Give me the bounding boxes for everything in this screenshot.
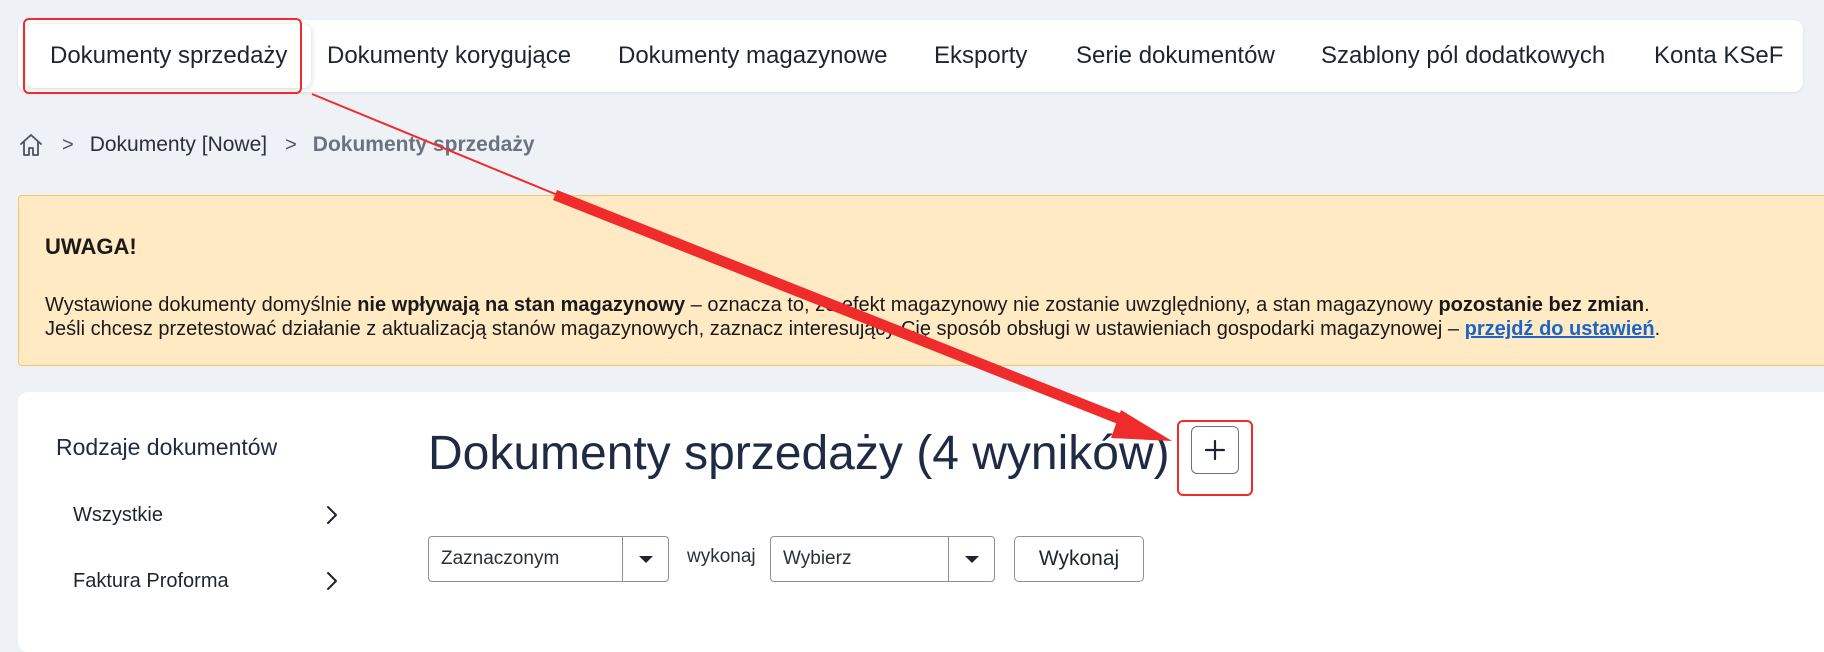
sidebar-item-wszystkie[interactable]: Wszystkie bbox=[73, 496, 343, 536]
breadcrumb-item-current: Dokumenty sprzedaży bbox=[312, 133, 535, 156]
action-select-value: Wybierz bbox=[783, 548, 852, 569]
top-tab-bar: Dokumenty sprzedaży Dokumenty korygujące… bbox=[18, 20, 1803, 92]
breadcrumb-item-dokumenty-nowe[interactable]: Dokumenty [Nowe] bbox=[90, 133, 267, 157]
plus-icon bbox=[1203, 438, 1227, 462]
alert-emphasis: pozostanie bez zmian bbox=[1438, 294, 1645, 316]
caret-down-icon bbox=[964, 555, 979, 563]
sidebar-item-faktura-proforma[interactable]: Faktura Proforma bbox=[73, 562, 343, 602]
alert-text: Jeśli chcesz przetestować działanie z ak… bbox=[45, 318, 1465, 340]
tab-serie-dokumentow[interactable]: Serie dokumentów bbox=[1076, 20, 1275, 92]
caret-down-icon bbox=[638, 555, 653, 563]
scope-select[interactable]: Zaznaczonym bbox=[428, 536, 669, 582]
page-title: Dokumenty sprzedaży (4 wyników) bbox=[428, 427, 1170, 480]
breadcrumb-separator: > bbox=[62, 133, 74, 156]
breadcrumb-separator: > bbox=[285, 133, 297, 156]
alert-emphasis: nie wpływają na stan magazynowy bbox=[357, 294, 686, 316]
alert-text: . bbox=[1654, 318, 1661, 340]
add-document-button[interactable] bbox=[1191, 426, 1239, 474]
documents-card: Rodzaje dokumentów Wszystkie Faktura Pro… bbox=[18, 392, 1824, 652]
tab-eksporty[interactable]: Eksporty bbox=[934, 20, 1027, 92]
alert-text: . bbox=[1644, 294, 1650, 316]
tab-dokumenty-sprzedazy[interactable]: Dokumenty sprzedaży bbox=[26, 24, 312, 88]
tab-szablony-pol-dodatkowych[interactable]: Szablony pól dodatkowych bbox=[1321, 20, 1605, 92]
action-select[interactable]: Wybierz bbox=[770, 536, 995, 582]
sidebar-title: Rodzaje dokumentów bbox=[56, 434, 278, 460]
settings-link[interactable]: przejdź do ustawień bbox=[1465, 318, 1655, 340]
execute-label: wykonaj bbox=[687, 546, 756, 567]
sidebar-item-label: Faktura Proforma bbox=[73, 570, 229, 592]
warning-alert: UWAGA! Wystawione dokumenty domyślnie ni… bbox=[18, 195, 1824, 366]
alert-text: – oznacza to, że efekt magazynowy nie zo… bbox=[685, 294, 1439, 316]
dropdown-toggle[interactable] bbox=[622, 537, 668, 581]
home-icon[interactable] bbox=[18, 132, 44, 158]
breadcrumb: > Dokumenty [Nowe] > Dokumenty sprzedaży bbox=[18, 128, 535, 162]
alert-title: UWAGA! bbox=[45, 234, 137, 259]
tab-konta-ksef[interactable]: Konta KSeF bbox=[1654, 20, 1783, 92]
chevron-right-icon bbox=[321, 570, 343, 592]
alert-line-2: Jeśli chcesz przetestować działanie z ak… bbox=[45, 318, 1660, 341]
scope-select-value: Zaznaczonym bbox=[441, 548, 560, 569]
dropdown-toggle[interactable] bbox=[948, 537, 994, 581]
alert-line-1: Wystawione dokumenty domyślnie nie wpływ… bbox=[45, 294, 1650, 317]
execute-button[interactable]: Wykonaj bbox=[1014, 536, 1144, 582]
sidebar-item-label: Wszystkie bbox=[73, 504, 163, 526]
chevron-right-icon bbox=[321, 504, 343, 526]
alert-text: Wystawione dokumenty domyślnie bbox=[45, 294, 358, 316]
tab-dokumenty-magazynowe[interactable]: Dokumenty magazynowe bbox=[618, 20, 887, 92]
tab-dokumenty-korygujace[interactable]: Dokumenty korygujące bbox=[327, 20, 571, 92]
